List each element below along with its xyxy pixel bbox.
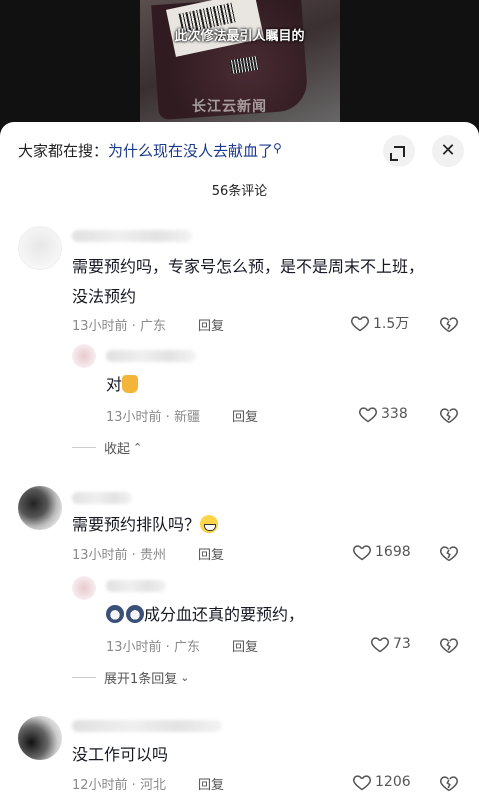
reply-button[interactable]: 回复 xyxy=(198,774,224,793)
comment-text-continued: 没法预约 xyxy=(72,287,137,306)
comment-text: 需要预约排队吗？ xyxy=(72,510,219,540)
search-icon: ⚲ xyxy=(273,141,282,155)
reply-text-content: 成分血还真的要预约， xyxy=(144,605,305,624)
dislike-icon[interactable] xyxy=(439,314,459,334)
comment-time-location: 13小时前 · 广东 xyxy=(72,319,166,334)
comment-text: 没工作可以吗 xyxy=(72,745,169,764)
divider xyxy=(72,447,96,448)
comment-text: 需要预约吗，专家号怎么预，是不是周末不上班， xyxy=(72,257,425,276)
reply-time-location: 13小时前 · 广东 xyxy=(106,640,200,655)
close-icon: ✕ xyxy=(440,140,456,161)
expand-replies-button[interactable]: 展开1条回复 ⌄ xyxy=(72,668,190,687)
divider xyxy=(72,677,96,678)
cat-emoji xyxy=(106,605,124,623)
reply-text: 成分血还真的要预约， xyxy=(106,600,304,630)
video-player[interactable]: 此次修法最引人瞩目的 长江云新闻 xyxy=(0,0,479,130)
reply-text-content: 对 xyxy=(106,375,123,394)
like-button[interactable]: 1698 xyxy=(352,542,411,562)
video-caption: 此次修法最引人瞩目的 xyxy=(174,29,305,44)
like-button[interactable]: 73 xyxy=(370,634,411,654)
comments-sheet: 大家都在搜：为什么现在没人去献血了⚲ ✕ 56条评论 需要预约吗，专家号怎么预，… xyxy=(0,122,479,800)
video-watermark: 长江云新闻 xyxy=(192,99,267,115)
collapse-label: 收起 xyxy=(104,442,131,457)
comment-count: 56条评论 xyxy=(211,184,268,199)
dislike-icon[interactable] xyxy=(439,635,459,655)
reply-text: 对 xyxy=(106,370,139,400)
like-count: 1698 xyxy=(375,544,411,560)
expand-button[interactable] xyxy=(383,135,415,167)
username[interactable] xyxy=(72,492,132,504)
like-count: 1206 xyxy=(375,774,411,790)
like-count: 73 xyxy=(393,636,411,652)
like-button[interactable]: 338 xyxy=(358,404,408,424)
like-button[interactable]: 1.5万 xyxy=(350,313,409,333)
comment-time-location: 13小时前 · 贵州 xyxy=(72,548,166,563)
reply-username[interactable] xyxy=(106,580,166,592)
cat-emoji xyxy=(126,605,144,623)
dislike-icon[interactable] xyxy=(439,543,459,563)
reply-button[interactable]: 回复 xyxy=(198,315,224,334)
chevron-down-icon: ⌄ xyxy=(180,671,190,684)
avatar[interactable] xyxy=(18,486,62,530)
comment-text-content: 需要预约排队吗？ xyxy=(72,515,201,534)
reply-username[interactable] xyxy=(106,350,196,362)
reply-avatar[interactable] xyxy=(72,344,96,368)
grin-emoji xyxy=(200,515,219,533)
expand-label: 展开1条回复 xyxy=(104,672,178,687)
search-prefix: 大家都在搜： xyxy=(18,142,109,160)
like-count: 338 xyxy=(381,406,408,422)
reply-button[interactable]: 回复 xyxy=(232,636,258,655)
reply-avatar[interactable] xyxy=(72,576,96,600)
reply-button[interactable]: 回复 xyxy=(232,406,258,425)
reply-time-location: 13小时前 · 新疆 xyxy=(106,410,200,425)
heart-icon xyxy=(353,775,371,791)
heart-icon xyxy=(359,407,377,423)
like-count: 1.5万 xyxy=(373,316,410,332)
suggested-search[interactable]: 大家都在搜：为什么现在没人去献血了⚲ xyxy=(18,140,282,161)
like-button[interactable]: 1206 xyxy=(352,772,411,792)
username[interactable] xyxy=(72,230,192,242)
close-button[interactable]: ✕ xyxy=(432,135,464,167)
expand-icon xyxy=(389,145,405,161)
reply-button[interactable]: 回复 xyxy=(198,544,224,563)
heart-icon xyxy=(371,637,389,653)
comment-time-location: 12小时前 · 河北 xyxy=(72,778,166,793)
collapse-replies-button[interactable]: 收起 ⌃ xyxy=(72,438,142,457)
heart-icon xyxy=(353,545,371,561)
thumbs-up-emoji xyxy=(122,375,139,393)
search-query[interactable]: 为什么现在没人去献血了 xyxy=(108,142,273,160)
avatar[interactable] xyxy=(18,716,62,760)
heart-icon xyxy=(351,316,369,332)
dislike-icon[interactable] xyxy=(439,773,459,793)
avatar[interactable] xyxy=(18,226,62,270)
chevron-up-icon: ⌃ xyxy=(133,441,143,454)
username[interactable] xyxy=(72,720,222,732)
dislike-icon[interactable] xyxy=(439,405,459,425)
